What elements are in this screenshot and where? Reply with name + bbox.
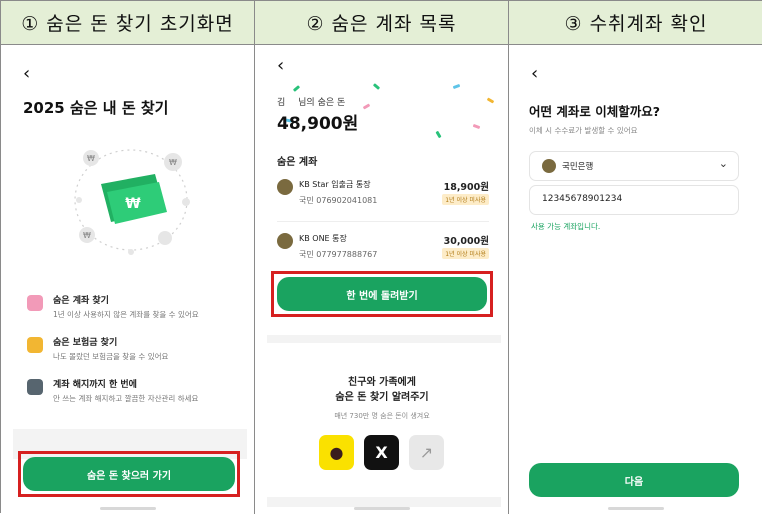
card-icon <box>27 379 43 395</box>
account-amount: 18,900원 <box>443 182 489 193</box>
bank-coin-icon <box>542 159 556 173</box>
svg-text:₩: ₩ <box>125 196 141 212</box>
money-bag-icon <box>27 337 43 353</box>
feature-desc: 나도 몰랐던 보험금을 찾을 수 있어요 <box>53 352 169 361</box>
x-icon[interactable]: X <box>364 435 399 470</box>
highlight-box <box>18 451 240 497</box>
share-title-line2: 숨은 돈 찾기 알려주기 <box>335 392 429 403</box>
bank-coin-icon <box>277 179 293 195</box>
home-indicator <box>100 507 156 510</box>
home-indicator <box>608 507 664 510</box>
svg-text:₩: ₩ <box>169 158 177 167</box>
divider <box>277 221 489 222</box>
feature-title: 숨은 계좌 찾기 <box>53 296 109 306</box>
header-screen1: ① 숨은 돈 찾기 초기화면 <box>1 1 255 45</box>
page-title: 2025 숨은 내 돈 찾기 <box>23 99 169 117</box>
account-number-field[interactable]: 12345678901234 <box>529 185 739 215</box>
comparison-figure: ① 숨은 돈 찾기 초기화면 ② 숨은 계좌 목록 ③ 수취계좌 확인 ‹ 20… <box>0 0 762 514</box>
account-number: 국민 077977888767 <box>299 250 378 259</box>
svg-text:₩: ₩ <box>87 154 95 163</box>
kakaotalk-icon[interactable]: ● <box>319 435 354 470</box>
account-name: KB ONE 통장 <box>299 234 347 243</box>
next-button[interactable]: 다음 <box>529 463 739 497</box>
back-icon[interactable]: ‹ <box>277 57 284 75</box>
header-screen2: ② 숨은 계좌 목록 <box>255 1 509 45</box>
validation-message: 사용 가능 계좌입니다. <box>531 222 601 231</box>
feature-title: 계좌 해지까지 한 번에 <box>53 380 137 390</box>
feature-hidden-accounts: 숨은 계좌 찾기 1년 이상 사용하지 않은 계좌를 찾을 수 있어요 <box>27 293 199 320</box>
wallet-illustration: ₩ ₩ ₩ ₩ <box>74 149 190 255</box>
bank-coin-icon <box>277 233 293 249</box>
owner-row: 김 님의 숨은 돈 <box>277 95 345 108</box>
share-subtitle: 매년 730만 명 숨은 돈이 생겨요 <box>334 412 430 420</box>
back-icon[interactable]: ‹ <box>23 65 30 83</box>
back-icon[interactable]: ‹ <box>531 65 538 83</box>
total-amount: 48,900원 <box>277 114 359 134</box>
share-link-icon[interactable]: ↗ <box>409 435 444 470</box>
chevron-down-icon: ⌄ <box>718 157 728 170</box>
feature-desc: 안 쓰는 계좌 해지하고 깔끔한 자산관리 하세요 <box>53 394 199 403</box>
account-amount: 30,000원 <box>443 236 489 247</box>
inactive-badge: 1년 이상 미사용 <box>442 194 489 205</box>
account-name: KB Star 입출금 통장 <box>299 180 371 189</box>
fee-notice: 이체 시 수수료가 발생할 수 있어요 <box>529 126 638 135</box>
account-number-value: 12345678901234 <box>542 194 623 204</box>
page-title: 어떤 계좌로 이체할까요? <box>529 104 660 119</box>
account-item[interactable]: KB Star 입출금 통장 국민 076902041081 18,900원 1… <box>277 175 489 215</box>
feature-title: 숨은 보험금 찾기 <box>53 338 118 348</box>
home-indicator <box>354 507 410 510</box>
account-number: 국민 076902041081 <box>299 196 378 205</box>
header-screen3: ③ 수취계좌 확인 <box>509 1 762 45</box>
share-title-line1: 친구와 가족에게 <box>348 377 416 388</box>
bottom-strip <box>267 497 501 507</box>
share-title: 친구와 가족에게 숨은 돈 찾기 알려주기 <box>255 375 508 405</box>
screen1-initial: ‹ 2025 숨은 내 돈 찾기 ₩ ₩ ₩ ₩ 숨은 계좌 찾기 1년 이상 사… <box>1 45 255 514</box>
screen2-account-list: ‹ 김 님의 숨은 돈 48,900원 숨은 계좌 KB Star 입출금 통장… <box>255 45 509 514</box>
feature-hidden-insurance: 숨은 보험금 찾기나도 몰랐던 보험금을 찾을 수 있어요 <box>27 335 168 362</box>
piggy-bank-icon <box>27 295 43 311</box>
bank-name: 국민은행 <box>562 162 594 172</box>
account-item[interactable]: KB ONE 통장 국민 077977888767 30,000원 1년 이상 … <box>277 229 489 269</box>
svg-text:₩: ₩ <box>83 231 91 240</box>
highlight-box <box>271 271 493 317</box>
owner-initial: 김 <box>277 98 286 108</box>
screen3-receiving-account: ‹ 어떤 계좌로 이체할까요? 이체 시 수수료가 발생할 수 있어요 국민은행… <box>509 45 762 514</box>
bank-select[interactable]: 국민은행 ⌄ <box>529 151 739 181</box>
section-title: 숨은 계좌 <box>277 157 318 168</box>
section-divider <box>267 335 501 343</box>
feature-close-account: 계좌 해지까지 한 번에안 쓰는 계좌 해지하고 깔끔한 자산관리 하세요 <box>27 377 198 404</box>
feature-desc: 1년 이상 사용하지 않은 계좌를 찾을 수 있어요 <box>53 310 199 319</box>
owner-label: 님의 숨은 돈 <box>298 98 346 108</box>
inactive-badge: 1년 이상 미사용 <box>442 248 489 259</box>
